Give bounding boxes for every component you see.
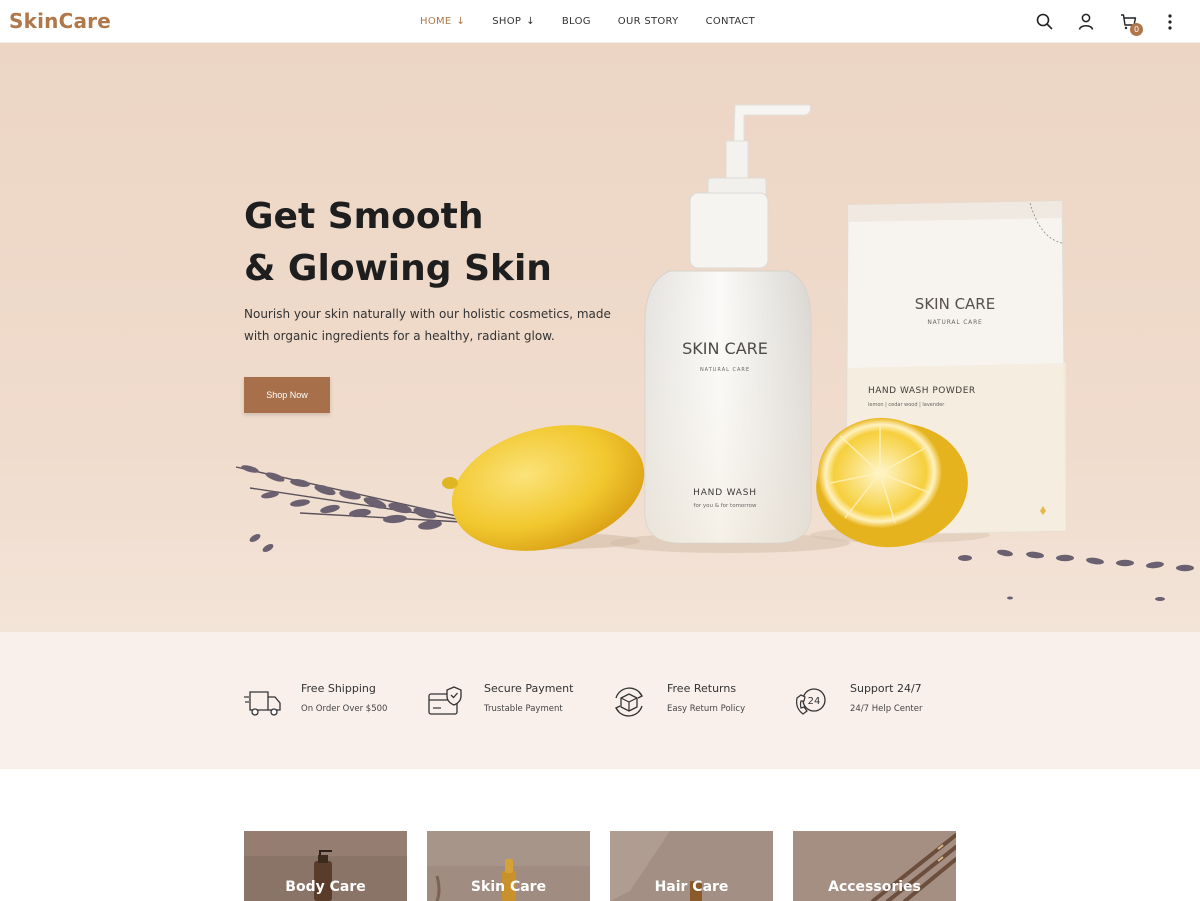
feature-subtitle: On Order Over $500 [301, 704, 388, 714]
support-24-icon: 24 [796, 688, 826, 715]
bottle-brand-text: SKIN CARE [682, 339, 768, 358]
category-label: Body Care [285, 879, 366, 895]
nav-item-shop[interactable]: SHOP ↓ [492, 16, 535, 27]
nav-item-our-story[interactable]: OUR STORY [618, 16, 679, 27]
secure-card-icon [428, 686, 462, 715]
bottle-sub-text: NATURAL CARE [700, 367, 750, 373]
bottle-tagline-text: for you & for tomorrow [694, 503, 757, 509]
hero-title-line: & Glowing Skin [244, 248, 552, 289]
support-24-text: 24 [808, 696, 821, 707]
category-card-body-care[interactable]: Body Care [244, 831, 407, 901]
cart-icon[interactable]: 0 [1118, 12, 1143, 36]
main-nav: HOME ↓ SHOP ↓ BLOG OUR STORY CONTACT [420, 0, 782, 43]
more-vertical-icon[interactable] [1160, 12, 1180, 32]
arrow-down-icon: ↓ [526, 16, 535, 27]
category-card-hair-care[interactable]: Hair Care [610, 831, 773, 901]
feature-title: Free Returns [667, 682, 737, 695]
shop-now-button[interactable]: Shop Now [244, 377, 330, 413]
nav-item-label: CONTACT [705, 16, 756, 27]
feature-subtitle: Trustable Payment [484, 704, 563, 714]
pouch-brand-text: SKIN CARE [915, 295, 995, 313]
category-card-accessories[interactable]: Accessories [793, 831, 956, 901]
hero-description: Nourish your skin naturally with our hol… [244, 307, 611, 343]
category-section: Body Care Skin Care Hair Care Accessorie… [0, 769, 1200, 901]
nav-item-contact[interactable]: CONTACT [706, 16, 756, 27]
truck-icon [244, 691, 281, 716]
feature-subtitle: 24/7 Help Center [850, 704, 923, 714]
category-label: Accessories [828, 879, 921, 895]
features-strip: Free Shipping On Order Over $500 Secure … [0, 632, 1200, 769]
hero-title-line: Get Smooth [244, 196, 484, 237]
pouch-sub-text: NATURAL CARE [927, 319, 982, 326]
nav-item-label: OUR STORY [617, 16, 679, 27]
feature-title: Free Shipping [301, 682, 376, 695]
feature-title: Secure Payment [484, 682, 574, 695]
arrow-down-icon: ↓ [456, 16, 466, 27]
nav-item-label: BLOG [561, 16, 591, 27]
nav-item-label: SHOP [492, 16, 522, 27]
bottle-product-text: HAND WASH [693, 488, 757, 498]
category-label: Skin Care [470, 879, 547, 895]
hero-banner: SKIN CARE NATURAL CARE HAND WASH for you… [0, 43, 1200, 632]
user-icon[interactable] [1076, 12, 1096, 32]
cart-count-badge: 0 [1130, 22, 1143, 36]
nav-item-blog[interactable]: BLOG [562, 16, 591, 27]
nav-item-home[interactable]: HOME ↓ [420, 16, 465, 27]
return-box-icon [615, 687, 643, 717]
feature-title: Support 24/7 [850, 682, 922, 695]
header-actions: 0 [1012, 0, 1180, 43]
logo[interactable]: SkinCare [9, 9, 111, 33]
search-icon[interactable] [1034, 12, 1054, 32]
category-label: Hair Care [654, 879, 729, 895]
site-header: SkinCare HOME ↓ SHOP ↓ BLOG OUR STORY CO… [0, 0, 1200, 43]
category-card-skin-care[interactable]: Skin Care [427, 831, 590, 901]
pouch-product-text: HAND WASH POWDER [868, 386, 976, 396]
pouch-ingredients-text: lemon | cedar wood | lavender [868, 402, 945, 408]
hero-title: Get Smooth & Glowing Skin [244, 191, 552, 295]
nav-item-label: HOME [420, 16, 452, 27]
feature-subtitle: Easy Return Policy [667, 704, 746, 714]
